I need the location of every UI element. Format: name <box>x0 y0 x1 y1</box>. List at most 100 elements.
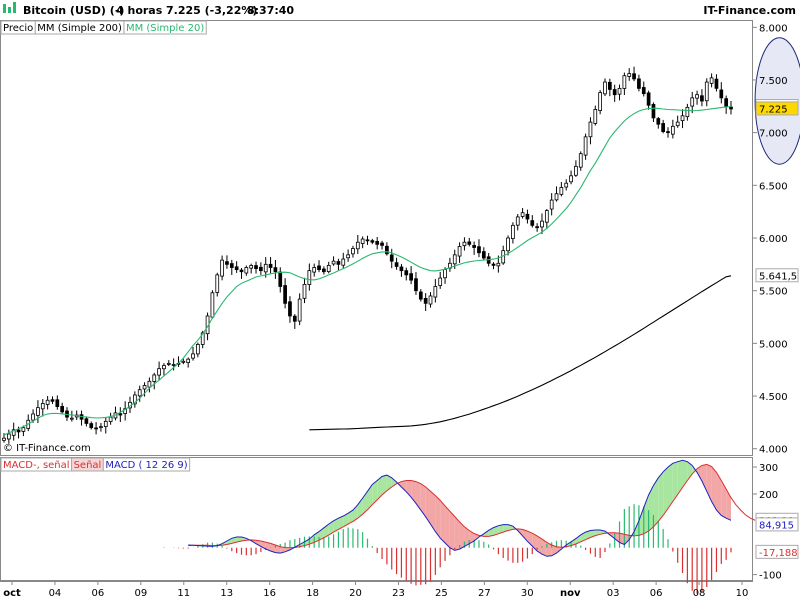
date-label: 18 <box>306 588 319 599</box>
instrument-title: Bitcoin (USD) (-) <box>23 4 124 17</box>
date-label: oct <box>3 588 21 599</box>
candle-body <box>268 263 273 268</box>
price-tick-label: 7.000 <box>759 129 788 140</box>
candle-body <box>239 269 244 273</box>
date-label: 23 <box>392 588 405 599</box>
candle-body <box>661 123 666 132</box>
candle-body <box>36 407 40 416</box>
candle-body <box>103 420 108 428</box>
candle-body <box>229 263 234 268</box>
candle-body <box>443 269 447 279</box>
candle-body <box>94 427 98 430</box>
date-label: 25 <box>435 588 448 599</box>
candle-body <box>162 365 166 370</box>
candle-body <box>472 245 476 248</box>
candle-body <box>607 81 612 90</box>
candle-body <box>637 78 641 89</box>
legend-label: MACD-, señal <box>3 460 70 471</box>
candle-body <box>651 104 656 119</box>
price-legend-item[interactable]: MM (Simple 200) <box>34 20 125 35</box>
date-label: 09 <box>134 588 147 599</box>
macd-legend-item[interactable]: MACD-, señal <box>0 457 73 472</box>
candle-body <box>603 81 607 95</box>
macd-legend-item[interactable]: MACD ( 12 26 9) <box>102 457 191 472</box>
candle-body <box>181 360 186 363</box>
candle-body <box>583 136 588 156</box>
candle-body <box>351 248 355 255</box>
candle-body <box>108 416 113 422</box>
date-label: 04 <box>49 588 62 599</box>
candle-body <box>307 270 312 285</box>
candle-body <box>656 118 661 125</box>
candle-body <box>273 267 278 273</box>
macd-legend-item[interactable]: Señal <box>71 457 104 472</box>
candle-body <box>297 298 302 322</box>
candle-body <box>166 362 171 365</box>
candle-body <box>196 344 200 355</box>
candle-body <box>69 417 74 420</box>
legend-label: Señal <box>74 460 102 471</box>
candle-body <box>612 89 617 96</box>
candle-body <box>375 241 380 245</box>
candle-body <box>89 423 94 429</box>
candle-body <box>462 241 467 247</box>
candle-body <box>152 374 157 382</box>
candle-body <box>709 77 714 84</box>
candle-body <box>540 220 544 228</box>
candle-body <box>341 258 346 266</box>
macd-fill-segment <box>449 511 455 551</box>
candle-body <box>704 81 709 102</box>
candle-body <box>394 262 399 267</box>
candle-body <box>157 368 161 376</box>
candle-body <box>244 267 249 274</box>
candle-body <box>385 245 389 255</box>
candle-body <box>622 75 627 89</box>
candle-body <box>423 298 428 304</box>
candle-body <box>142 385 147 390</box>
macd-tick-label: 300 <box>759 463 778 474</box>
value-tag: 7.225 <box>755 101 799 116</box>
legend-label: MM (Simple 20) <box>126 23 204 34</box>
candle-body <box>370 240 375 243</box>
candle-body <box>564 182 569 188</box>
candle-body <box>21 427 26 432</box>
candle-body <box>578 153 583 168</box>
value-tag: -17,188 <box>755 544 799 559</box>
date-label: 10 <box>736 588 749 599</box>
candle-body <box>457 246 462 257</box>
candle-body <box>724 98 729 107</box>
price-tick-label: 8.000 <box>759 23 788 34</box>
candle-body <box>515 216 520 226</box>
stock-chart[interactable]: Bitcoin (USD) (-) 4 horas 7.225 (-3,22%)… <box>0 0 800 600</box>
candle-body <box>467 241 472 245</box>
candle-body <box>559 187 564 195</box>
date-label: nov <box>560 588 581 599</box>
date-label: 27 <box>478 588 491 599</box>
chart-background <box>0 0 800 600</box>
price-legend-item[interactable]: Precio <box>0 20 36 35</box>
candle-body <box>220 259 224 277</box>
candle-body <box>263 263 268 273</box>
candle-body <box>627 73 632 77</box>
timeframe-label: 4 horas <box>116 4 163 17</box>
price-tick-label: 4.000 <box>759 445 788 456</box>
candle-body <box>404 270 409 276</box>
candle-body <box>16 429 21 433</box>
price-tick-label: 4.500 <box>759 392 788 403</box>
date-label: 06 <box>92 588 105 599</box>
candle-body <box>6 433 11 440</box>
candle-body <box>719 89 724 99</box>
candle-body <box>646 92 651 106</box>
candle-body <box>215 274 220 293</box>
candle-body <box>336 261 341 265</box>
candle-body <box>234 266 239 271</box>
candle-body <box>477 246 481 254</box>
candle-body <box>210 292 215 318</box>
date-label: 13 <box>220 588 233 599</box>
candle-body <box>249 264 254 269</box>
candle-body <box>438 277 443 286</box>
candle-body <box>666 131 670 134</box>
macd-fill-segment <box>440 500 446 543</box>
candle-body <box>714 78 719 89</box>
price-legend-item[interactable]: MM (Simple 20) <box>123 20 207 35</box>
